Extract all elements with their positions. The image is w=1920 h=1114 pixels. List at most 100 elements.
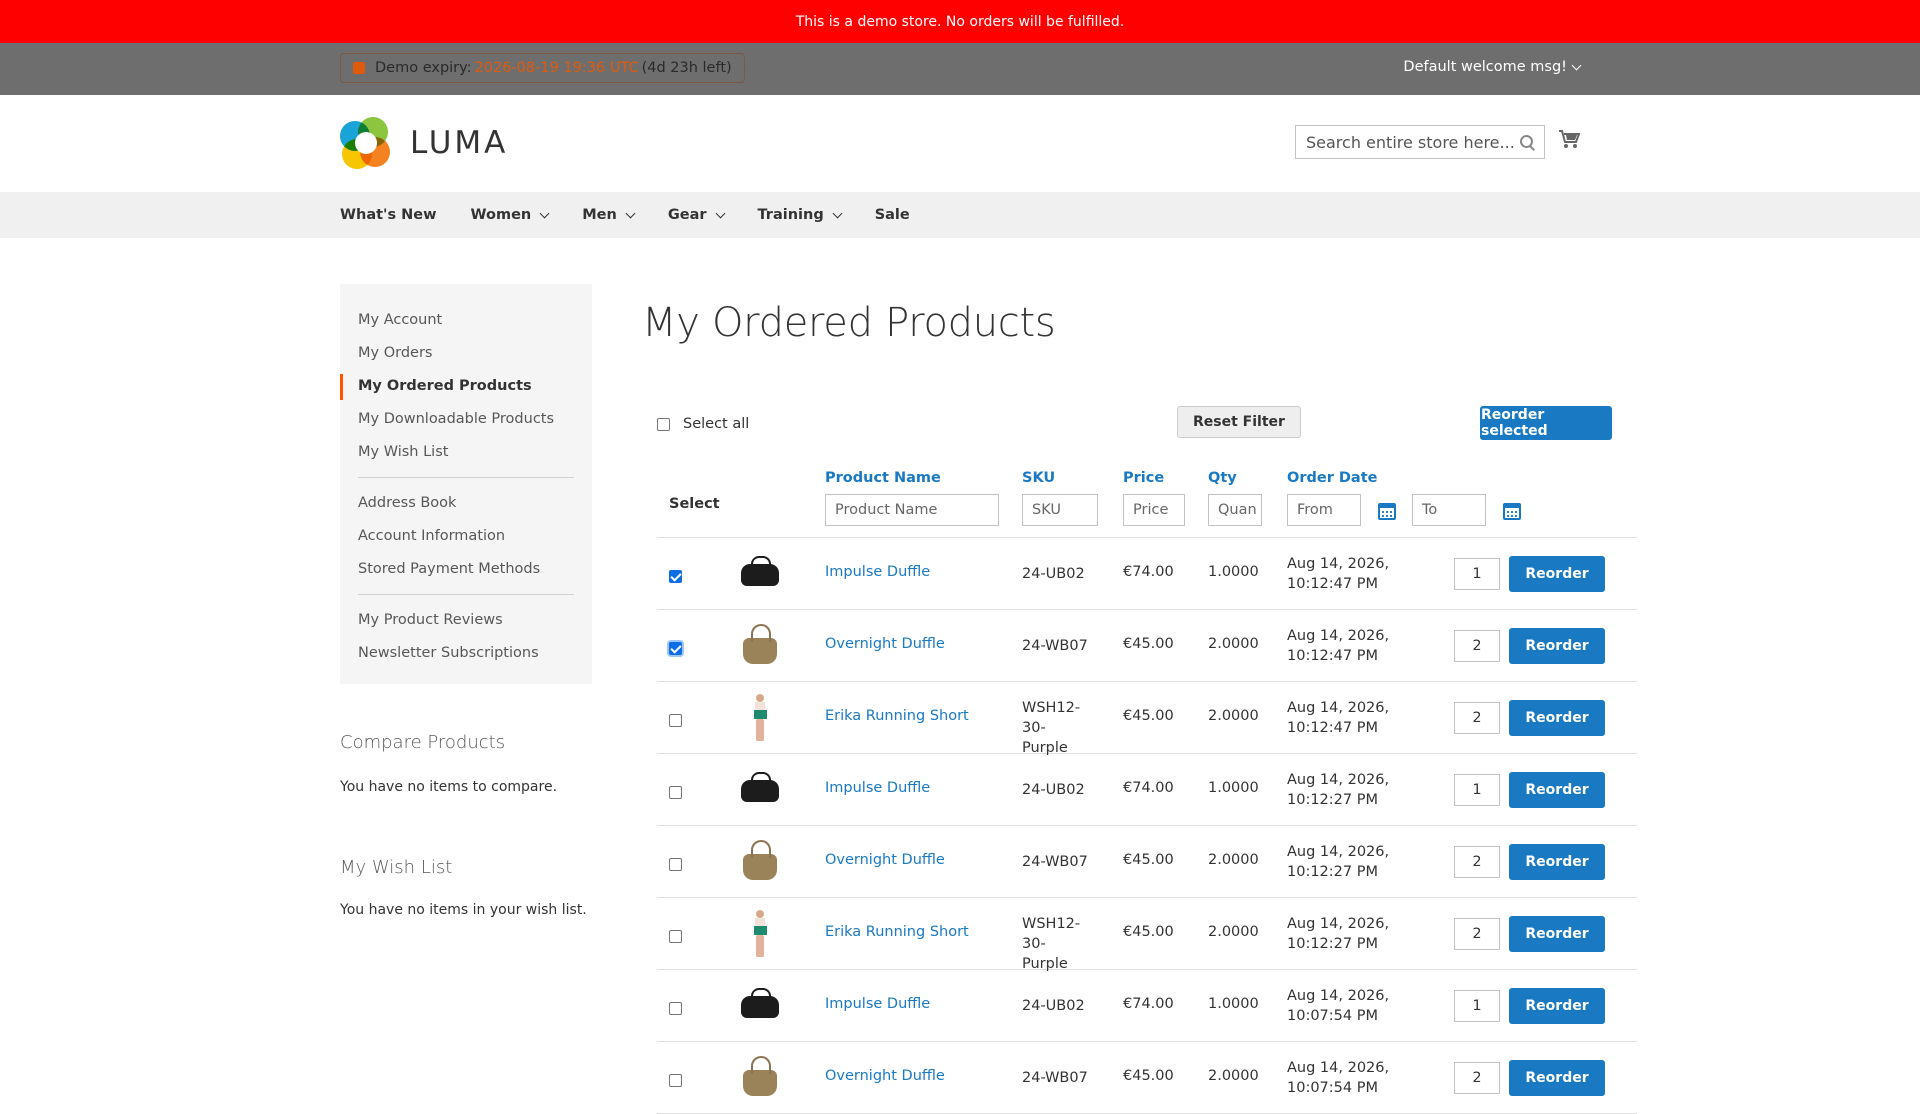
row-checkbox[interactable] (669, 858, 682, 871)
price-header[interactable]: Price (1123, 470, 1164, 486)
nav-training[interactable]: Training (758, 207, 843, 223)
sidebar-item-my-account[interactable]: My Account (340, 304, 592, 337)
product-name-link[interactable]: Impulse Duffle (825, 780, 930, 796)
sidebar-item-product-reviews[interactable]: My Product Reviews (340, 604, 592, 637)
nav-whats-new[interactable]: What's New (340, 207, 437, 223)
select-all-checkbox[interactable] (657, 417, 670, 431)
row-sku: WSH12-30- Purple (1022, 916, 1081, 972)
reorder-button[interactable]: Reorder (1509, 1060, 1605, 1096)
welcome-menu[interactable]: Default welcome msg! (1403, 59, 1582, 75)
product-thumbnail[interactable] (737, 838, 783, 886)
reorder-qty-input[interactable]: 1 (1454, 990, 1500, 1022)
qty-filter[interactable]: Quan (1208, 494, 1262, 526)
row-checkbox[interactable] (669, 1002, 682, 1015)
sidebar-item-newsletter[interactable]: Newsletter Subscriptions (340, 637, 592, 670)
product-thumbnail[interactable] (737, 766, 783, 814)
reorder-qty-input[interactable]: 2 (1454, 702, 1500, 734)
row-select[interactable] (669, 1071, 682, 1089)
reorder-qty-input[interactable]: 2 (1454, 918, 1500, 950)
row-select[interactable] (669, 711, 682, 729)
search-icon[interactable] (1520, 135, 1534, 149)
row-select[interactable] (669, 567, 682, 585)
sku-header[interactable]: SKU (1022, 470, 1055, 486)
product-name-filter[interactable]: Product Name (825, 494, 999, 526)
row-checkbox[interactable] (669, 1074, 682, 1087)
row-checkbox[interactable] (669, 570, 682, 583)
select-all-label: Select all (683, 416, 750, 432)
reorder-button[interactable]: Reorder (1509, 844, 1605, 880)
sku-filter[interactable]: SKU (1022, 494, 1098, 526)
row-checkbox[interactable] (669, 714, 682, 727)
search-input[interactable]: Search entire store here... (1295, 125, 1545, 159)
sidebar-item-address-book[interactable]: Address Book (340, 487, 592, 520)
row-select[interactable] (669, 927, 682, 945)
store-logo[interactable]: LUMA (340, 117, 508, 169)
product-name-link[interactable]: Impulse Duffle (825, 996, 930, 1012)
reset-filter-button[interactable]: Reset Filter (1177, 406, 1301, 438)
chevron-down-icon (1571, 60, 1582, 70)
product-image (741, 772, 779, 802)
row-checkbox[interactable] (669, 786, 682, 799)
sidebar-item-my-orders[interactable]: My Orders (340, 337, 592, 370)
reorder-button[interactable]: Reorder (1509, 628, 1605, 664)
sidebar-item-wish-list[interactable]: My Wish List (340, 436, 592, 469)
product-name-header[interactable]: Product Name (825, 470, 941, 486)
reorder-qty-input[interactable]: 1 (1454, 774, 1500, 806)
reorder-qty-input[interactable]: 2 (1454, 630, 1500, 662)
chevron-down-icon (715, 208, 725, 218)
row-qty: 1.0000 (1208, 564, 1259, 580)
order-date-header[interactable]: Order Date (1287, 470, 1377, 486)
qty-header[interactable]: Qty (1208, 470, 1237, 486)
sidebar-item-downloadable-products[interactable]: My Downloadable Products (340, 403, 592, 436)
date-from-filter[interactable]: From (1287, 494, 1361, 526)
product-thumbnail[interactable] (737, 910, 783, 958)
table-row: Erika Running Short WSH12-30- Purple €45.… (657, 682, 1637, 756)
reorder-qty-input[interactable]: 2 (1454, 846, 1500, 878)
product-thumbnail[interactable] (737, 550, 783, 598)
date-to-filter[interactable]: To (1412, 494, 1486, 526)
sidebar-item-account-information[interactable]: Account Information (340, 520, 592, 553)
divider (358, 594, 574, 595)
calendar-icon[interactable] (1378, 503, 1396, 520)
product-name-link[interactable]: Impulse Duffle (825, 564, 930, 580)
product-name-link[interactable]: Erika Running Short (825, 924, 969, 940)
reorder-button[interactable]: Reorder (1509, 556, 1605, 592)
product-thumbnail[interactable] (737, 694, 783, 742)
sidebar-item-my-ordered-products[interactable]: My Ordered Products (340, 370, 592, 403)
reorder-button[interactable]: Reorder (1509, 772, 1605, 808)
reorder-button[interactable]: Reorder (1509, 988, 1605, 1024)
row-select[interactable] (669, 999, 682, 1017)
demo-notice-text: This is a demo store. No orders will be … (795, 13, 1125, 30)
product-name-link[interactable]: Overnight Duffle (825, 852, 945, 868)
account-nav: My Account My Orders My Ordered Products… (340, 284, 592, 684)
reorder-button[interactable]: Reorder (1509, 916, 1605, 952)
row-sku: 24-UB02 (1022, 782, 1085, 798)
product-name-link[interactable]: Overnight Duffle (825, 636, 945, 652)
cart-icon[interactable] (1558, 129, 1580, 149)
nav-gear[interactable]: Gear (668, 207, 725, 223)
product-thumbnail[interactable] (737, 1054, 783, 1102)
sidebar-item-stored-payment-methods[interactable]: Stored Payment Methods (340, 553, 592, 586)
product-name-link[interactable]: Erika Running Short (825, 708, 969, 724)
product-name-link[interactable]: Overnight Duffle (825, 1068, 945, 1084)
row-select[interactable] (669, 855, 682, 873)
product-thumbnail[interactable] (737, 982, 783, 1030)
row-select[interactable] (669, 639, 682, 657)
product-image (743, 840, 777, 880)
row-qty: 2.0000 (1208, 636, 1259, 652)
calendar-icon[interactable] (1503, 503, 1521, 520)
reorder-selected-button[interactable]: Reorder selected (1480, 406, 1612, 440)
nav-men[interactable]: Men (582, 207, 636, 223)
nav-women[interactable]: Women (471, 207, 550, 223)
row-select[interactable] (669, 783, 682, 801)
select-all-control[interactable]: Select all (657, 416, 749, 432)
row-order-date: Aug 14, 2026, 10:07:54 PM (1287, 1060, 1390, 1096)
reorder-qty-input[interactable]: 1 (1454, 558, 1500, 590)
row-checkbox[interactable] (669, 930, 682, 943)
product-thumbnail[interactable] (737, 622, 783, 670)
reorder-qty-input[interactable]: 2 (1454, 1062, 1500, 1094)
nav-sale[interactable]: Sale (875, 207, 910, 223)
reorder-button[interactable]: Reorder (1509, 700, 1605, 736)
row-checkbox[interactable] (669, 642, 682, 655)
price-filter[interactable]: Price (1123, 494, 1185, 526)
